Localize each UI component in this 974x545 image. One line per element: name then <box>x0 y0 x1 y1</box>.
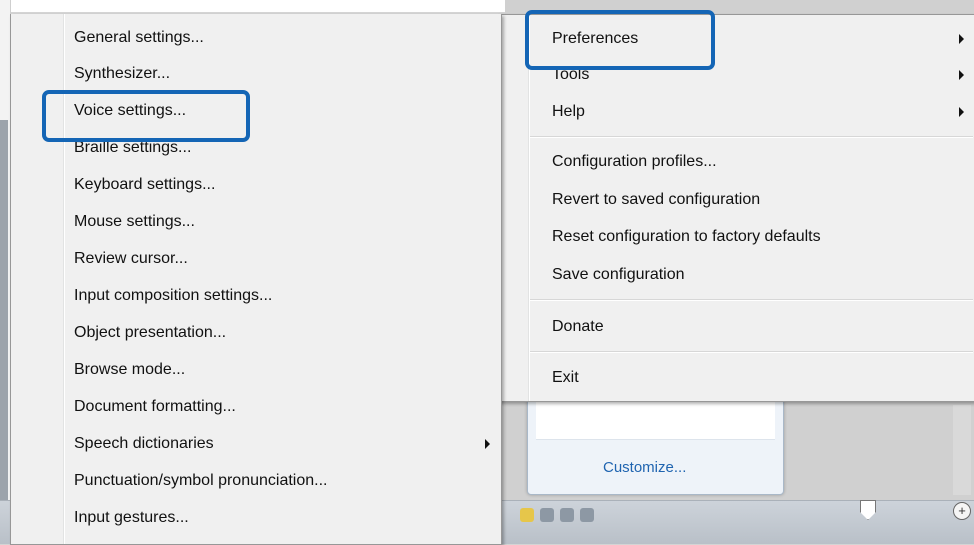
menu-item-label: Keyboard settings... <box>74 176 216 193</box>
menu-separator <box>530 351 973 353</box>
menu-item-synthesizer[interactable]: Synthesizer... <box>74 56 484 92</box>
menu-item-input-composition-settings[interactable]: Input composition settings... <box>74 278 484 314</box>
menu-item-label: Input gestures... <box>74 509 189 526</box>
menu-item-save-configuration[interactable]: Save configuration <box>552 257 962 293</box>
popup-icon-area <box>536 399 775 440</box>
tray-icon[interactable] <box>540 508 554 522</box>
zoom-in-icon[interactable]: + <box>953 502 971 520</box>
menu-icon-gutter <box>528 15 530 401</box>
menu-item-browse-mode[interactable]: Browse mode... <box>74 352 484 388</box>
menu-separator <box>530 299 973 301</box>
customize-link[interactable]: Customize... <box>603 459 686 476</box>
menu-item-label: Reset configuration to factory defaults <box>552 228 821 245</box>
menu-item-speech-dictionaries[interactable]: Speech dictionaries <box>74 426 484 462</box>
menu-item-reset-configuration[interactable]: Reset configuration to factory defaults <box>552 219 962 255</box>
menu-item-help[interactable]: Help <box>552 94 962 130</box>
menu-item-label: Document formatting... <box>74 398 236 415</box>
menu-item-label: Exit <box>552 369 579 386</box>
notification-area-popup: Customize... <box>527 398 784 495</box>
submenu-arrow-icon <box>959 34 964 44</box>
menu-item-mouse-settings[interactable]: Mouse settings... <box>74 204 484 240</box>
menu-item-review-cursor[interactable]: Review cursor... <box>74 241 484 277</box>
menu-item-label: General settings... <box>74 29 204 46</box>
menu-item-label: Help <box>552 103 585 120</box>
menu-item-label: Synthesizer... <box>74 65 171 82</box>
menu-item-label: Revert to saved configuration <box>552 191 761 208</box>
menu-item-punctuation-symbol-pronunciation[interactable]: Punctuation/symbol pronunciation... <box>74 463 484 499</box>
nvda-main-menu: Preferences Tools Help Configuration pro… <box>497 14 974 402</box>
tray-icon[interactable] <box>560 508 574 522</box>
menu-item-label: Save configuration <box>552 266 685 283</box>
menu-item-label: Mouse settings... <box>74 213 195 230</box>
menu-item-label: Object presentation... <box>74 324 227 341</box>
menu-item-object-presentation[interactable]: Object presentation... <box>74 315 484 351</box>
menu-separator <box>530 136 973 138</box>
menu-item-document-formatting[interactable]: Document formatting... <box>74 389 484 425</box>
menu-item-donate[interactable]: Donate <box>552 309 962 345</box>
highlight-preferences <box>525 10 715 70</box>
background-window-edge <box>0 120 8 530</box>
menu-item-general-settings[interactable]: General settings... <box>74 20 484 56</box>
status-bar-icons <box>520 508 594 522</box>
menu-item-exit[interactable]: Exit <box>552 360 962 396</box>
menu-item-label: Browse mode... <box>74 361 186 378</box>
menu-item-label: Review cursor... <box>74 250 188 267</box>
tray-icon[interactable] <box>580 508 594 522</box>
submenu-arrow-icon <box>959 70 964 80</box>
menu-item-label: Configuration profiles... <box>552 153 717 170</box>
highlight-voice-settings <box>42 90 250 142</box>
menu-item-input-gestures[interactable]: Input gestures... <box>74 500 484 536</box>
menu-item-keyboard-settings[interactable]: Keyboard settings... <box>74 167 484 203</box>
menu-item-label: Speech dictionaries <box>74 435 214 452</box>
menu-item-configuration-profiles[interactable]: Configuration profiles... <box>552 144 962 180</box>
submenu-arrow-icon <box>959 107 964 117</box>
scroll-controls[interactable] <box>953 405 971 495</box>
submenu-arrow-icon <box>485 439 490 449</box>
menu-item-label: Donate <box>552 318 604 335</box>
menu-item-label: Input composition settings... <box>74 287 273 304</box>
tray-icon[interactable] <box>520 508 534 522</box>
menu-item-label: Punctuation/symbol pronunciation... <box>74 472 328 489</box>
menu-item-revert-configuration[interactable]: Revert to saved configuration <box>552 182 962 218</box>
